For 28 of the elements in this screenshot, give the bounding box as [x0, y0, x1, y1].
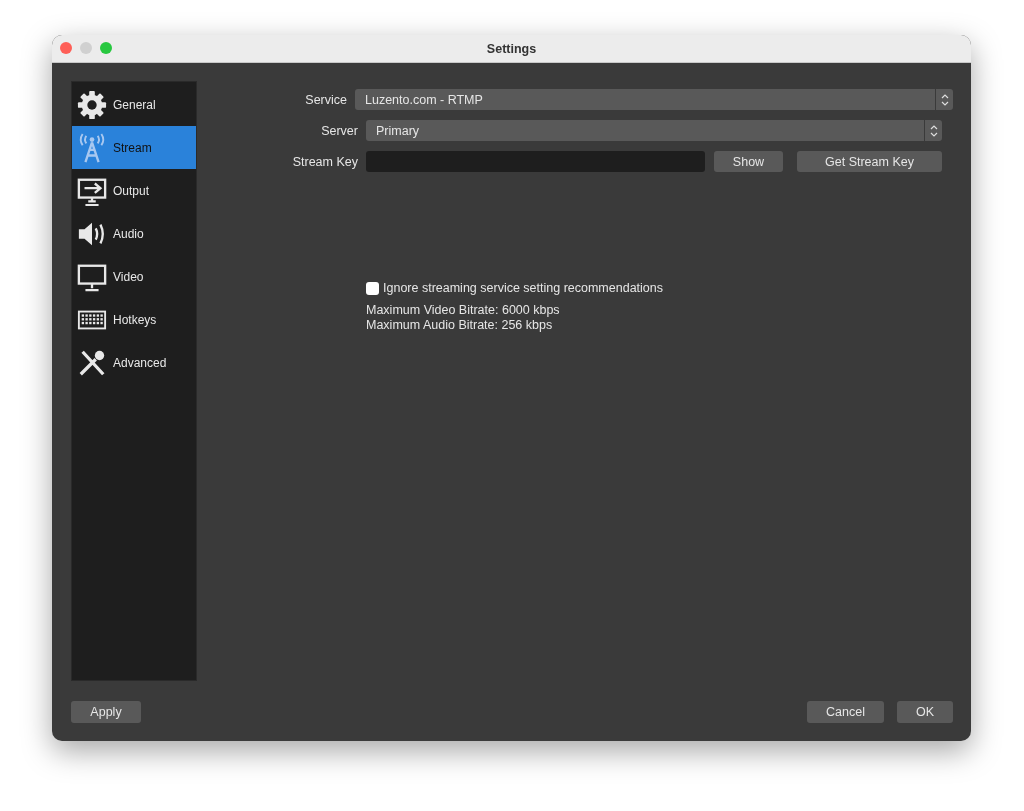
sidebar-item[interactable]: Audio — [72, 212, 196, 255]
checkbox-label: Ignore streaming service setting recommendations — [383, 281, 663, 295]
close-button[interactable] — [60, 42, 72, 54]
get-stream-key-button[interactable]: Get Stream Key — [797, 151, 942, 172]
cancel-button[interactable]: Cancel — [807, 701, 884, 723]
stream-key-label: Stream Key — [291, 154, 358, 169]
window-title: Settings — [486, 41, 537, 56]
antenna-icon — [77, 132, 107, 163]
checkbox[interactable] — [366, 281, 379, 295]
service-label: Service — [304, 92, 347, 107]
sidebar-item[interactable]: Hotkeys — [72, 298, 196, 341]
sidebar-item[interactable]: Output — [72, 169, 196, 212]
apply-button[interactable]: Apply — [71, 701, 141, 723]
sidebar-item[interactable]: Stream — [72, 126, 196, 169]
stream-key-field[interactable] — [366, 151, 705, 172]
sidebar-item[interactable]: General — [72, 83, 196, 126]
bitrate-info-text: Maximum Video Bitrate: 6000 kbps — [366, 303, 561, 318]
gear-icon — [77, 89, 107, 120]
ok-button[interactable]: OK — [897, 701, 953, 723]
sidebar-item[interactable]: Advanced — [72, 341, 196, 384]
minimize-button[interactable] — [80, 42, 92, 54]
service-dropdown[interactable]: Luzento.com - RTMP — [355, 89, 953, 110]
sidebar-item[interactable]: Video — [72, 255, 196, 298]
server-label: Server — [320, 123, 358, 138]
bitrate-info-text: Maximum Audio Bitrate: 256 kbps — [366, 318, 554, 333]
show-button[interactable]: Show — [714, 151, 783, 172]
zoom-button[interactable] — [100, 42, 112, 54]
server-dropdown[interactable]: Primary — [366, 120, 942, 141]
